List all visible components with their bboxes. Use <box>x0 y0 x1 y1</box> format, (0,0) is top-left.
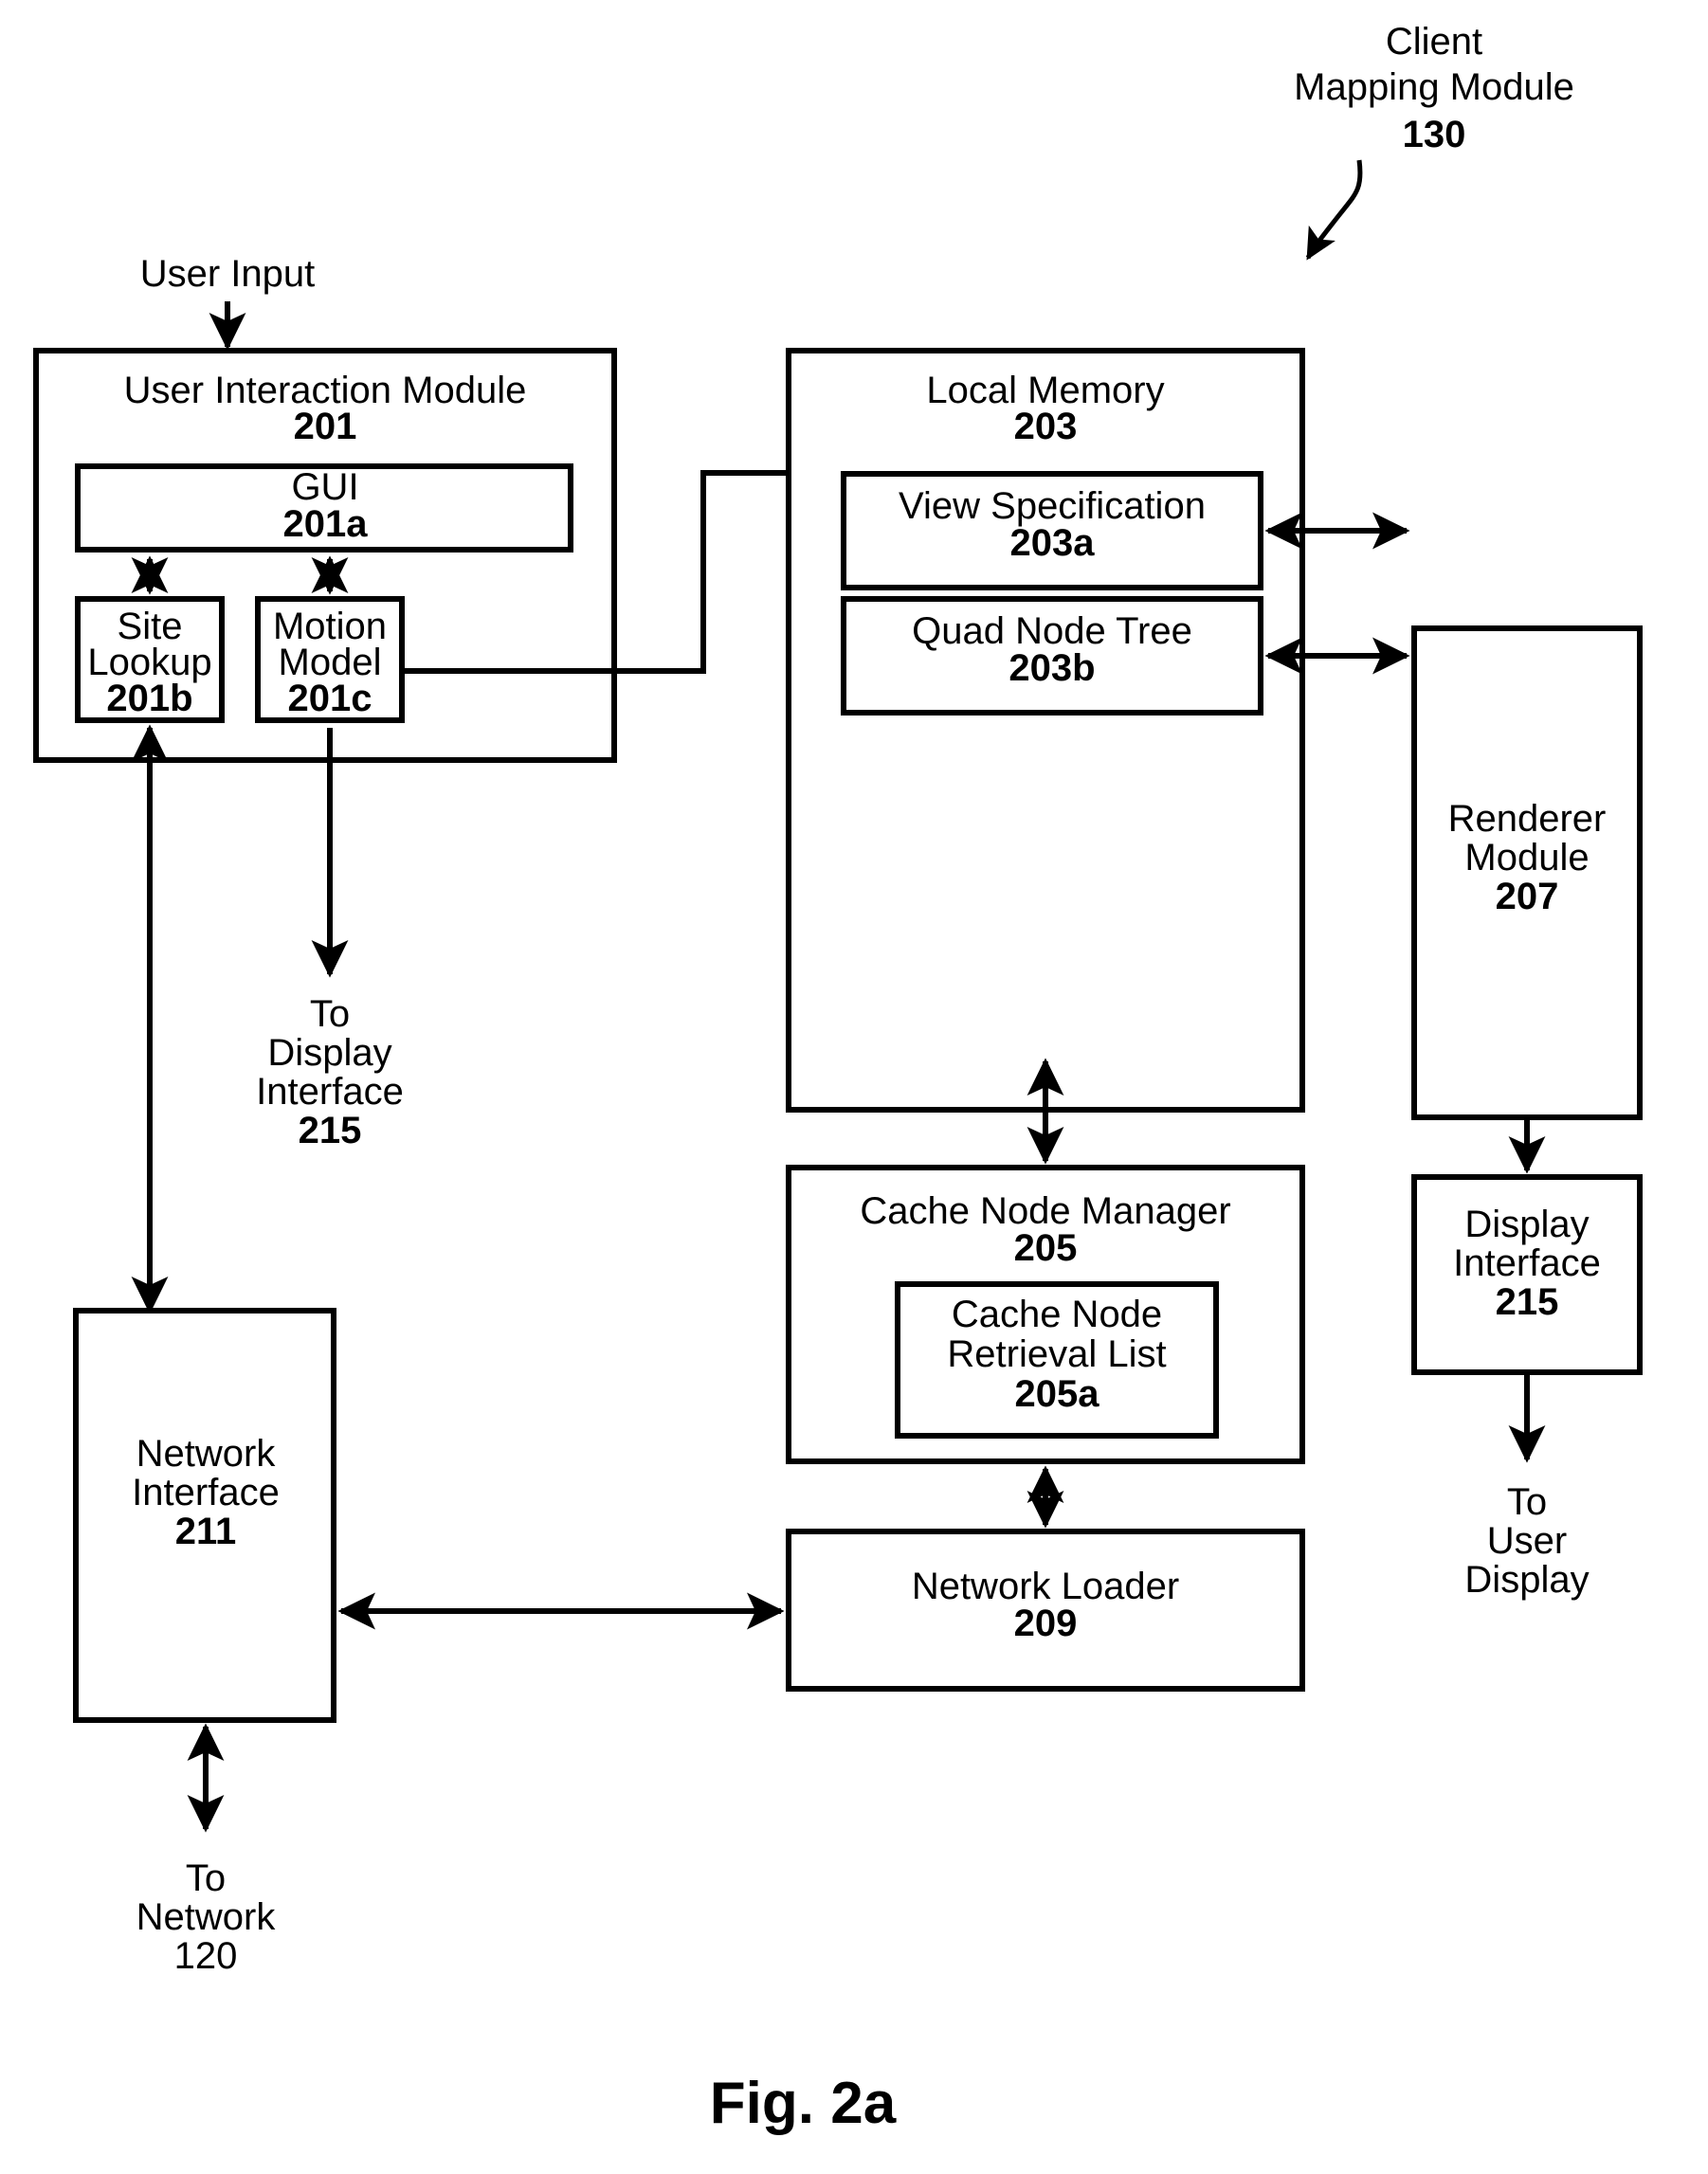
quad-node-tree-title: Quad Node Tree <box>912 610 1192 652</box>
renderer-module-title-line1: Renderer <box>1448 798 1607 840</box>
cache-node-retrieval-list-ref: 205a <box>1015 1373 1100 1415</box>
to-display-interface-ref: 215 <box>299 1110 362 1151</box>
cache-node-retrieval-list-line1: Cache Node <box>952 1294 1162 1335</box>
callout-ref-130: 130 <box>1403 114 1466 155</box>
local-memory-box[interactable] <box>786 348 1305 1113</box>
block-network-loader[interactable]: Network Loader 209 <box>786 1529 1305 1692</box>
display-interface-title-line1: Display <box>1464 1204 1589 1245</box>
to-network-ref: 120 <box>174 1935 238 1977</box>
network-loader-ref: 209 <box>1014 1603 1078 1644</box>
block-cache-node-retrieval-list[interactable]: Cache Node Retrieval List 205a <box>895 1281 1219 1439</box>
to-network-line1: To <box>186 1857 226 1899</box>
label-to-user-display: To User Display <box>1464 1481 1589 1601</box>
callout-leader-arrow <box>1305 159 1363 261</box>
block-local-memory[interactable]: Local Memory 203 <box>786 348 1305 1113</box>
to-display-interface-line1: To <box>310 993 350 1035</box>
label-to-display-interface-215: To Display Interface 215 <box>256 993 404 1151</box>
network-interface-title-line2: Interface <box>132 1472 280 1513</box>
local-memory-ref: 203 <box>1014 406 1078 447</box>
block-quad-node-tree[interactable]: Quad Node Tree 203b <box>841 596 1263 716</box>
renderer-module-ref: 207 <box>1496 876 1559 917</box>
callout-title-line2: Mapping Module <box>1294 66 1574 108</box>
gui-ref: 201a <box>283 503 369 545</box>
motion-model-ref: 201c <box>288 678 372 719</box>
user-input-connector: User Input <box>140 253 316 351</box>
cache-node-retrieval-list-line2: Retrieval List <box>947 1333 1166 1375</box>
to-display-interface-line2: Display <box>267 1032 391 1074</box>
figure-caption: Fig. 2a <box>710 2071 897 2136</box>
quad-node-tree-ref: 203b <box>1008 647 1095 689</box>
user-input-label: User Input <box>140 253 316 295</box>
display-interface-title-line2: Interface <box>1453 1242 1601 1284</box>
network-interface-title-line1: Network <box>136 1433 277 1475</box>
network-interface-ref: 211 <box>175 1511 237 1552</box>
block-diagram-canvas: Client Mapping Module 130 User Input Use… <box>33 21 1643 2136</box>
label-to-network-120: To Network 120 <box>136 1857 277 1977</box>
to-user-display-line2: User <box>1487 1520 1567 1562</box>
display-interface-ref: 215 <box>1496 1281 1559 1323</box>
block-motion-model[interactable]: Motion Model 201c <box>255 596 405 723</box>
block-gui[interactable]: GUI 201a <box>75 463 573 553</box>
view-specification-ref: 203a <box>1010 522 1096 564</box>
block-view-specification[interactable]: View Specification 203a <box>841 471 1263 590</box>
view-specification-title: View Specification <box>899 485 1206 527</box>
callout-client-mapping-module: Client Mapping Module 130 <box>1294 21 1574 261</box>
gui-title: GUI <box>291 466 358 508</box>
user-interaction-module-ref: 201 <box>294 406 357 447</box>
network-loader-title: Network Loader <box>912 1566 1179 1607</box>
cache-node-manager-ref: 205 <box>1014 1227 1078 1269</box>
to-network-line2: Network <box>136 1896 277 1938</box>
site-lookup-ref: 201b <box>106 678 192 719</box>
block-renderer-module[interactable]: Renderer Module 207 <box>1411 625 1643 1120</box>
to-user-display-line1: To <box>1507 1481 1547 1523</box>
callout-title-line1: Client <box>1386 21 1482 63</box>
block-site-lookup[interactable]: Site Lookup 201b <box>75 596 225 723</box>
cache-node-manager-title: Cache Node Manager <box>860 1190 1230 1232</box>
figure-2a-diagram: Client Mapping Module 130 User Input Use… <box>0 0 1708 2174</box>
block-network-interface[interactable]: Network Interface 211 <box>73 1308 336 1723</box>
renderer-module-title-line2: Module <box>1464 837 1589 879</box>
block-display-interface[interactable]: Display Interface 215 <box>1411 1174 1643 1375</box>
to-user-display-line3: Display <box>1464 1559 1589 1601</box>
to-display-interface-line3: Interface <box>256 1071 404 1113</box>
